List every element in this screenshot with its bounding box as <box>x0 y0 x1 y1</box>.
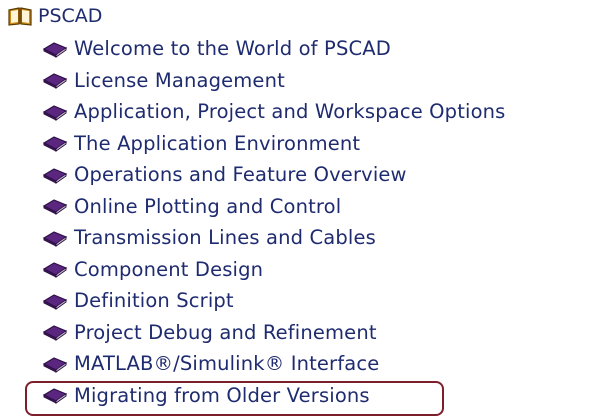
help-contents-tree: PSCAD Welcome to the World of PSCAD Lice… <box>0 0 590 419</box>
tree-item[interactable]: Welcome to the World of PSCAD <box>40 33 590 65</box>
closed-book-icon <box>40 69 70 91</box>
tree-item-label: Operations and Feature Overview <box>74 163 407 187</box>
highlight-outline <box>25 381 444 416</box>
tree-item-label: Definition Script <box>74 289 234 313</box>
closed-book-icon <box>40 227 70 249</box>
tree-item[interactable]: Transmission Lines and Cables <box>40 222 590 254</box>
open-book-icon <box>6 4 34 28</box>
tree-item[interactable]: Operations and Feature Overview <box>40 159 590 191</box>
closed-book-icon <box>40 101 70 123</box>
tree-item[interactable]: Component Design <box>40 254 590 286</box>
tree-item-label: Online Plotting and Control <box>74 194 342 218</box>
tree-item-label: Welcome to the World of PSCAD <box>74 37 391 61</box>
closed-book-icon <box>40 38 70 60</box>
closed-book-icon <box>40 353 70 375</box>
tree-item-label: Component Design <box>74 257 264 281</box>
tree-item[interactable]: Application, Project and Workspace Optio… <box>40 96 590 128</box>
closed-book-icon <box>40 132 70 154</box>
tree-item-label: The Application Environment <box>74 131 361 155</box>
tree-item-label: Application, Project and Workspace Optio… <box>74 100 506 124</box>
tree-item[interactable]: Online Plotting and Control <box>40 191 590 223</box>
tree-item-label: Transmission Lines and Cables <box>74 226 376 250</box>
tree-item-label: License Management <box>74 68 285 92</box>
tree-item[interactable]: License Management <box>40 65 590 97</box>
closed-book-icon <box>40 164 70 186</box>
tree-root-label: PSCAD <box>38 5 103 27</box>
closed-book-icon <box>40 258 70 280</box>
tree-item-label: MATLAB®/Simulink® Interface <box>74 352 380 376</box>
tree-root-pscad[interactable]: PSCAD <box>6 2 102 30</box>
tree-item[interactable]: The Application Environment <box>40 128 590 160</box>
closed-book-icon <box>40 290 70 312</box>
closed-book-icon <box>40 321 70 343</box>
tree-children: Welcome to the World of PSCAD License Ma… <box>40 33 590 411</box>
closed-book-icon <box>40 195 70 217</box>
tree-item[interactable]: MATLAB®/Simulink® Interface <box>40 348 590 380</box>
tree-item[interactable]: Definition Script <box>40 285 590 317</box>
tree-item[interactable]: Project Debug and Refinement <box>40 317 590 349</box>
tree-item-label: Project Debug and Refinement <box>74 320 377 344</box>
